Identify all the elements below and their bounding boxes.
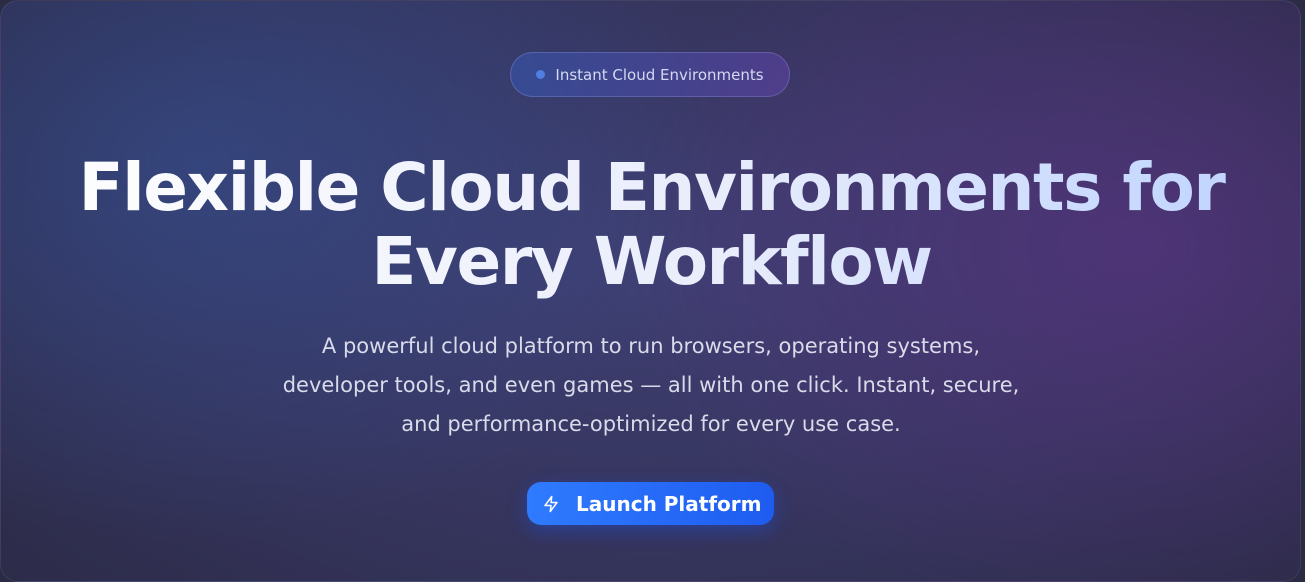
headline-line-1: Flexible Cloud Environments for bbox=[1, 151, 1300, 225]
status-dot-icon bbox=[536, 70, 546, 79]
subtitle-line-3: and performance-optimized for every use … bbox=[401, 412, 901, 436]
subtitle-line-1: A powerful cloud platform to run browser… bbox=[321, 334, 981, 358]
headline-line-2: Every Workflow bbox=[1, 225, 1300, 299]
launch-platform-label: Launch Platform bbox=[576, 491, 762, 516]
hero-subtitle: A powerful cloud platform to run browser… bbox=[241, 327, 1061, 444]
badge-label: Instant Cloud Environments bbox=[555, 65, 764, 84]
launch-platform-button[interactable]: Launch Platform bbox=[527, 482, 774, 525]
hero-section: Instant Cloud Environments Flexible Clou… bbox=[0, 0, 1301, 582]
subtitle-line-2: developer tools, and even games — all wi… bbox=[282, 373, 1020, 397]
badge-pill: Instant Cloud Environments bbox=[510, 52, 790, 97]
hero-headline: Flexible Cloud Environments for Every Wo… bbox=[1, 151, 1300, 299]
lightning-bolt-icon bbox=[542, 495, 560, 513]
